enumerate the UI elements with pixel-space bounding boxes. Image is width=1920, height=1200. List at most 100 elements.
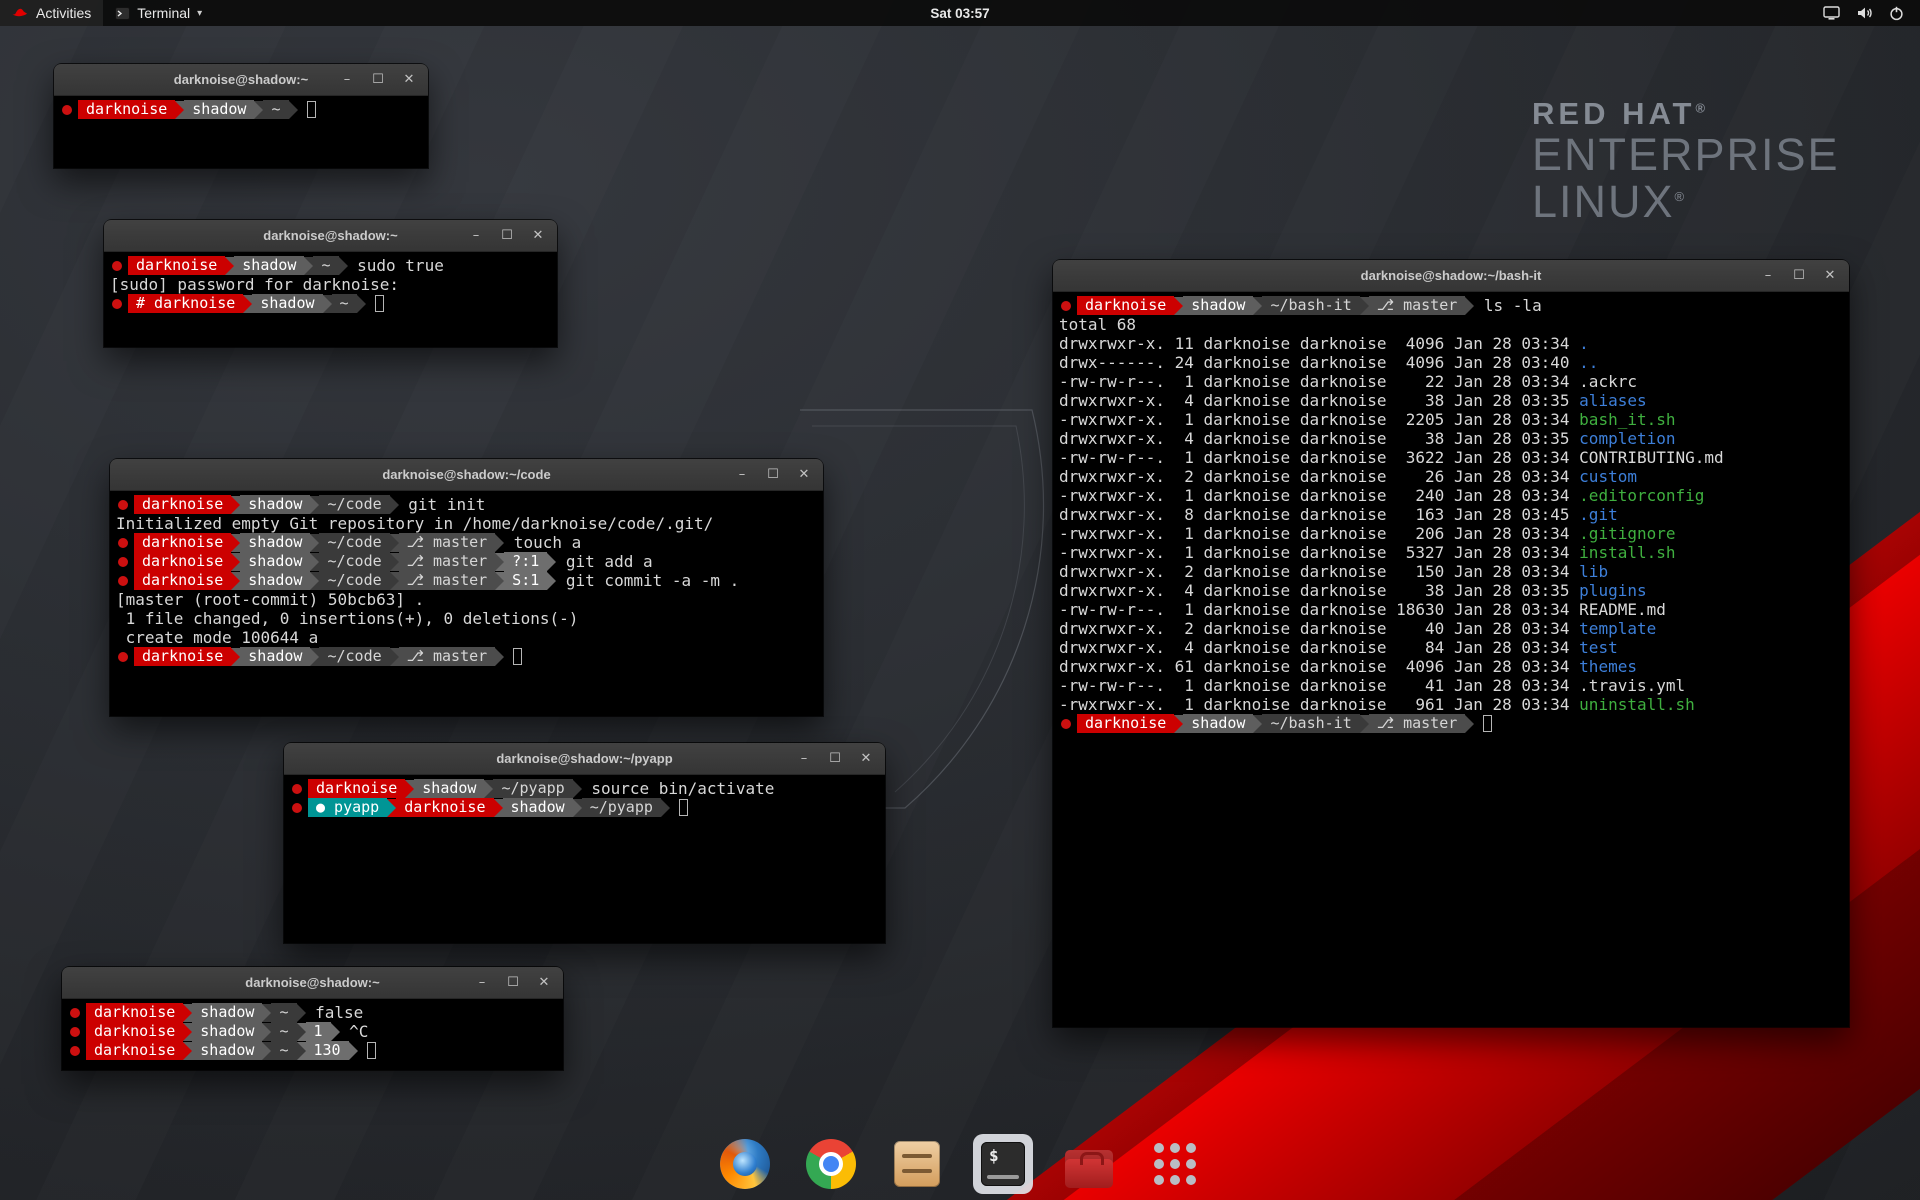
terminal-window-code: darknoise@shadow:~/code – ☐ ✕ darknoise shado… [110,459,823,716]
prompt-segment-user: darknoise [86,1022,183,1041]
terminal-content[interactable]: darknoiseshadow~ falsedarknoiseshadow~1 … [62,999,563,1070]
app-menu-terminal[interactable]: Terminal ▾ [103,0,214,26]
terminal-line: drwxrwxr-x. 2 darknoise darknoise 26 Jan… [1059,467,1843,486]
prompt-os-icon [1061,301,1071,311]
terminal-line: -rw-rw-r--. 1 darknoise darknoise 41 Jan… [1059,676,1843,695]
powerline-separator-icon [357,295,366,313]
app-grid-icon [1154,1143,1196,1185]
prompt-segment-path: ~ [271,1003,296,1022]
terminal-content[interactable]: darknoiseshadow~/code git initInitialize… [110,491,823,716]
maximize-button[interactable]: ☐ [506,975,520,990]
prompt-segment-host: shadow [240,495,310,514]
prompt-segment-path: ~/bash-it [1262,296,1359,315]
prompt-segment-user: # darknoise [128,294,243,313]
powerline-separator-icon [323,295,332,313]
close-button[interactable]: ✕ [797,467,811,482]
minimize-button[interactable]: – [469,228,483,243]
dock [715,1134,1205,1194]
powerline-separator-icon [262,1023,271,1041]
clock[interactable]: Sat 03:57 [930,6,989,21]
powerline-separator-icon [310,553,319,571]
prompt-os-icon [70,1008,80,1018]
terminal-text: -rwxrwxr-x. 1 darknoise darknoise 961 Ja… [1059,695,1579,714]
maximize-button[interactable]: ☐ [828,751,842,766]
powerline-separator-icon [390,648,399,666]
minimize-button[interactable]: – [797,751,811,766]
window-titlebar[interactable]: darknoise@shadow:~/bash-it–☐✕ [1053,260,1849,292]
prompt-segment-branch: ⎇ master [399,647,496,666]
minimize-button[interactable]: – [1761,268,1775,283]
terminal-content[interactable]: darknoiseshadow~ [54,96,428,168]
minimize-button[interactable]: – [475,975,489,990]
prompt-segment-status: 130 [306,1041,349,1060]
prompt-segment-status: ?:1 [504,552,547,571]
terminal-line: darknoiseshadow~1 ^C [68,1022,557,1041]
executable-name: .editorconfig [1579,486,1704,505]
powerline-separator-icon [310,496,319,514]
prompt-segment-user: darknoise [86,1041,183,1060]
maximize-button[interactable]: ☐ [371,72,385,87]
minimize-button[interactable]: – [340,72,354,87]
terminal-line: -rwxrwxr-x. 1 darknoise darknoise 206 Ja… [1059,524,1843,543]
terminal-line: darknoiseshadow~/bash-it⎇ master ls -la [1059,296,1843,315]
terminal-line: [master (root-commit) 50bcb63] . [116,590,817,609]
directory-name: . [1579,334,1589,353]
terminal-content[interactable]: darknoiseshadow~ sudo true[sudo] passwor… [104,252,557,347]
window-buttons: – ☐ ✕ [469,220,545,251]
prompt-segment-user: darknoise [308,779,405,798]
powerline-separator-icon [547,553,556,571]
app-menu-label: Terminal [137,5,190,21]
prompt-os-icon [70,1027,80,1037]
terminal-app-icon [115,7,130,20]
directory-name: custom [1579,467,1637,486]
executable-name: install.sh [1579,543,1675,562]
window-titlebar[interactable]: darknoise@shadow:~/code – ☐ ✕ [110,459,823,491]
window-titlebar[interactable]: darknoise@shadow:~/pyapp–☐✕ [284,743,885,775]
prompt-segment-host: shadow [184,100,254,119]
maximize-button[interactable]: ☐ [500,228,514,243]
powerline-separator-icon [297,1023,306,1041]
branding-red-hat: RED HAT [1532,96,1695,131]
directory-name: .git [1579,505,1618,524]
terminal-window-home-1: darknoise@shadow:~–☐✕darknoiseshadow~ [54,64,428,168]
prompt-os-icon [70,1046,80,1056]
terminal-line: drwxrwxr-x. 4 darknoise darknoise 38 Jan… [1059,429,1843,448]
terminal-content[interactable]: darknoiseshadow~/pyapp source bin/activa… [284,775,885,943]
minimize-button[interactable]: – [735,467,749,482]
maximize-button[interactable]: ☐ [766,467,780,482]
window-title: darknoise@shadow:~/code [382,467,550,482]
powerline-separator-icon [495,553,504,571]
window-titlebar[interactable]: darknoise@shadow:~–☐✕ [104,220,557,252]
dock-item-chrome[interactable] [801,1134,861,1194]
window-titlebar[interactable]: darknoise@shadow:~–☐✕ [54,64,428,96]
dock-item-files[interactable] [887,1134,947,1194]
powerline-separator-icon [1360,297,1369,315]
terminal-text: source bin/activate [582,779,775,798]
terminal-content[interactable]: darknoiseshadow~/bash-it⎇ master ls -la t… [1053,292,1849,1027]
terminal-line: drwxrwxr-x. 61 darknoise darknoise 4096 … [1059,657,1843,676]
activities-button[interactable]: Activities [0,0,103,26]
prompt-segment-host: shadow [414,779,484,798]
maximize-button[interactable]: ☐ [1792,268,1806,283]
prompt-segment-user: darknoise [134,552,231,571]
terminal-line: drwxrwxr-x. 4 darknoise darknoise 84 Jan… [1059,638,1843,657]
close-button[interactable]: ✕ [537,975,551,990]
close-button[interactable]: ✕ [1823,268,1837,283]
powerline-separator-icon [495,534,504,552]
system-status-area[interactable] [1823,0,1920,26]
close-button[interactable]: ✕ [402,72,416,87]
prompt-segment-path: ~/code [319,533,389,552]
window-titlebar[interactable]: darknoise@shadow:~–☐✕ [62,967,563,999]
directory-name: themes [1579,657,1637,676]
prompt-segment-host: shadow [240,571,310,590]
dock-item-firefox[interactable] [715,1134,775,1194]
terminal-window-sudo: darknoise@shadow:~–☐✕darknoiseshadow~ su… [104,220,557,347]
terminal-text: drwxrwxr-x. 4 darknoise darknoise 38 Jan… [1059,581,1579,600]
terminal-text: git commit -a -m . [556,571,739,590]
close-button[interactable]: ✕ [531,228,545,243]
dock-item-software[interactable] [1059,1134,1119,1194]
powerline-separator-icon [183,1004,192,1022]
dock-item-app-grid[interactable] [1145,1134,1205,1194]
close-button[interactable]: ✕ [859,751,873,766]
dock-item-terminal[interactable] [973,1134,1033,1194]
